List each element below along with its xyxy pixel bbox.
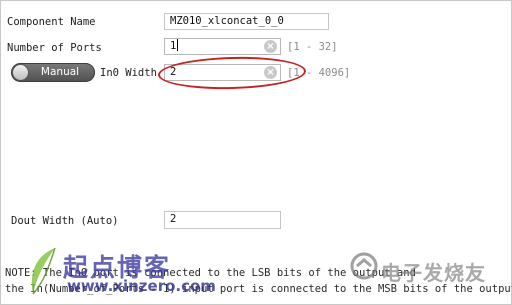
highlight-ellipse [157, 55, 307, 91]
watermark-left-url: www.xinzero.com [67, 277, 216, 295]
dout-width-field: 2 [164, 211, 281, 229]
component-name-value: MZ010_xlconcat_0_0 [170, 15, 284, 27]
in0-width-label: In0 Width [100, 67, 157, 79]
text-caret [177, 39, 179, 51]
number-of-ports-label: Number of Ports [7, 42, 102, 54]
dout-width-value: 2 [170, 213, 177, 225]
leaf-logo-icon [31, 247, 56, 295]
manual-auto-toggle[interactable]: Manual [11, 63, 95, 82]
watermark-right-text: 电子发烧友 [381, 261, 486, 285]
component-name-field[interactable]: MZ010_xlconcat_0_0 [164, 13, 329, 30]
dout-width-label: Dout Width (Auto) [11, 215, 119, 227]
circle-logo-icon [350, 252, 378, 280]
number-of-ports-range: [1 - 32] [287, 41, 338, 53]
component-name-label: Component Name [7, 16, 96, 28]
toggle-label: Manual [40, 66, 80, 78]
customize-ip-panel: Component Name MZ010_xlconcat_0_0 Number… [0, 0, 512, 305]
number-of-ports-value: 1 [170, 40, 177, 52]
clear-x-icon[interactable]: × [264, 40, 277, 53]
toggle-knob [13, 65, 28, 80]
